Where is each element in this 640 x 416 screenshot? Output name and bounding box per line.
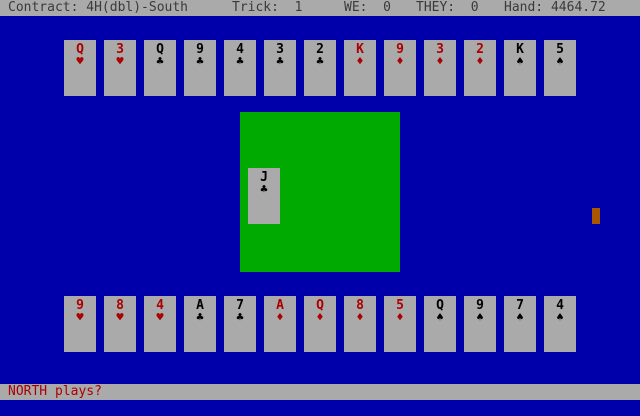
north-hand-card[interactable]: K ♦	[344, 40, 376, 96]
hand-number: Hand: 4464.72	[504, 0, 606, 15]
heart-suit-icon: ♥	[116, 310, 124, 324]
we-score: WE: 0	[344, 0, 391, 15]
diamond-suit-icon: ♦	[356, 310, 364, 324]
turn-indicator-icon	[592, 208, 600, 224]
south-hand-card[interactable]: Q ♦	[304, 296, 336, 352]
south-hand-card[interactable]: Q ♠	[424, 296, 456, 352]
prompt-bar: NORTH plays?	[0, 384, 640, 400]
they-score: THEY: 0	[416, 0, 479, 15]
south-hand-card[interactable]: 9 ♠	[464, 296, 496, 352]
south-hand-card[interactable]: 7 ♣	[224, 296, 256, 352]
south-hand-card[interactable]: 7 ♠	[504, 296, 536, 352]
north-hand-card[interactable]: 9 ♣	[184, 40, 216, 96]
north-hand-card[interactable]: Q ♥	[64, 40, 96, 96]
status-bar: Contract: 4H(dbl)-South Trick: 1 WE: 0 T…	[0, 0, 640, 16]
diamond-suit-icon: ♦	[316, 310, 324, 324]
south-hand-card[interactable]: 8 ♥	[104, 296, 136, 352]
spade-suit-icon: ♠	[516, 54, 524, 68]
contract-label: Contract: 4H(dbl)-South	[8, 0, 189, 15]
north-hand-card[interactable]: 3 ♦	[424, 40, 456, 96]
south-hand-card[interactable]: 9 ♥	[64, 296, 96, 352]
prompt-text: NORTH plays?	[8, 384, 102, 399]
diamond-suit-icon: ♦	[276, 310, 284, 324]
north-hand-card[interactable]: 5 ♠	[544, 40, 576, 96]
heart-suit-icon: ♥	[76, 310, 84, 324]
club-suit-icon: ♣	[196, 54, 204, 68]
spade-suit-icon: ♠	[516, 310, 524, 324]
spade-suit-icon: ♠	[556, 54, 564, 68]
spade-suit-icon: ♠	[476, 310, 484, 324]
club-suit-icon: ♣	[236, 310, 244, 324]
south-hand-card[interactable]: 4 ♠	[544, 296, 576, 352]
north-hand: Q ♥ 3 ♥ Q ♣ 9 ♣ 4 ♣ 3 ♣ 2 ♣ K ♦ 9 ♦ 3 ♦ 2 ♦ K ♠ 5 ♠	[0, 40, 640, 96]
north-hand-card[interactable]: 3 ♣	[264, 40, 296, 96]
south-hand-card[interactable]: 4 ♥	[144, 296, 176, 352]
club-suit-icon: ♣	[276, 54, 284, 68]
north-hand-card[interactable]: 2 ♦	[464, 40, 496, 96]
heart-suit-icon: ♥	[76, 54, 84, 68]
south-hand-card[interactable]: A ♣	[184, 296, 216, 352]
north-hand-card[interactable]: 4 ♣	[224, 40, 256, 96]
spade-suit-icon: ♠	[436, 310, 444, 324]
diamond-suit-icon: ♦	[436, 54, 444, 68]
club-suit-icon: ♣	[196, 310, 204, 324]
diamond-suit-icon: ♦	[356, 54, 364, 68]
played-card-west: J ♣	[248, 168, 280, 224]
diamond-suit-icon: ♦	[396, 54, 404, 68]
trick-area: J ♣	[240, 112, 400, 272]
trick-counter: Trick: 1	[232, 0, 303, 15]
card-suit-icon: ♣	[260, 182, 268, 196]
heart-suit-icon: ♥	[156, 310, 164, 324]
north-hand-card[interactable]: 3 ♥	[104, 40, 136, 96]
club-suit-icon: ♣	[236, 54, 244, 68]
diamond-suit-icon: ♦	[396, 310, 404, 324]
north-hand-card[interactable]: Q ♣	[144, 40, 176, 96]
south-hand: 9 ♥ 8 ♥ 4 ♥ A ♣ 7 ♣ A ♦ Q ♦ 8 ♦ 5 ♦ Q ♠ 9 ♠ 7 ♠ 4 ♠	[0, 296, 640, 352]
spade-suit-icon: ♠	[556, 310, 564, 324]
south-hand-card[interactable]: 5 ♦	[384, 296, 416, 352]
diamond-suit-icon: ♦	[476, 54, 484, 68]
north-hand-card[interactable]: 9 ♦	[384, 40, 416, 96]
south-hand-card[interactable]: A ♦	[264, 296, 296, 352]
club-suit-icon: ♣	[316, 54, 324, 68]
north-hand-card[interactable]: 2 ♣	[304, 40, 336, 96]
south-hand-card[interactable]: 8 ♦	[344, 296, 376, 352]
card-table: Q ♥ 3 ♥ Q ♣ 9 ♣ 4 ♣ 3 ♣ 2 ♣ K ♦ 9 ♦ 3 ♦ 2 ♦ K ♠ 5 ♠ J ♣ 9 ♥ 8 ♥ 4 ♥ A ♣ 7…	[0, 16, 640, 384]
north-hand-card[interactable]: K ♠	[504, 40, 536, 96]
heart-suit-icon: ♥	[116, 54, 124, 68]
club-suit-icon: ♣	[156, 54, 164, 68]
